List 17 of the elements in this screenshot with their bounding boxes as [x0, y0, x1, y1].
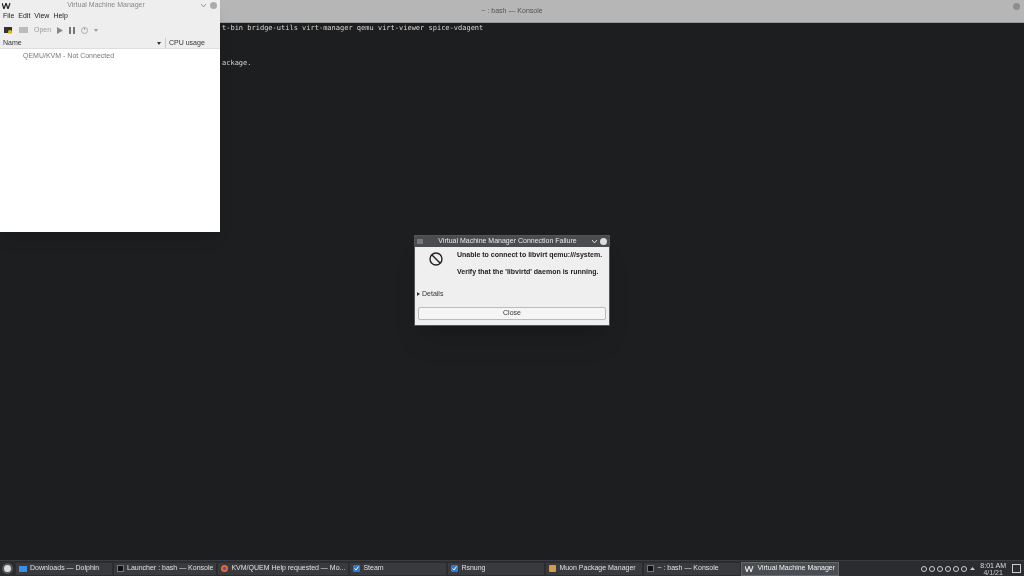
forbidden-icon — [429, 252, 443, 266]
checkmark-icon — [353, 565, 361, 572]
package-icon — [549, 565, 557, 572]
pause-icon[interactable] — [69, 26, 76, 34]
show-desktop-button[interactable] — [1012, 564, 1021, 573]
expand-tray-icon[interactable] — [970, 567, 976, 570]
play-icon[interactable] — [57, 26, 64, 34]
terminal-icon — [647, 565, 655, 572]
close-icon[interactable] — [600, 238, 607, 245]
terminal-icon — [117, 565, 124, 572]
new-vm-icon[interactable] — [3, 25, 13, 35]
globe-icon — [221, 565, 229, 572]
folder-icon — [19, 565, 27, 572]
sort-caret-icon — [157, 41, 161, 45]
app-launcher-icon[interactable] — [2, 563, 13, 574]
expander-arrow-icon — [417, 292, 420, 297]
checkmark-icon — [451, 565, 459, 572]
